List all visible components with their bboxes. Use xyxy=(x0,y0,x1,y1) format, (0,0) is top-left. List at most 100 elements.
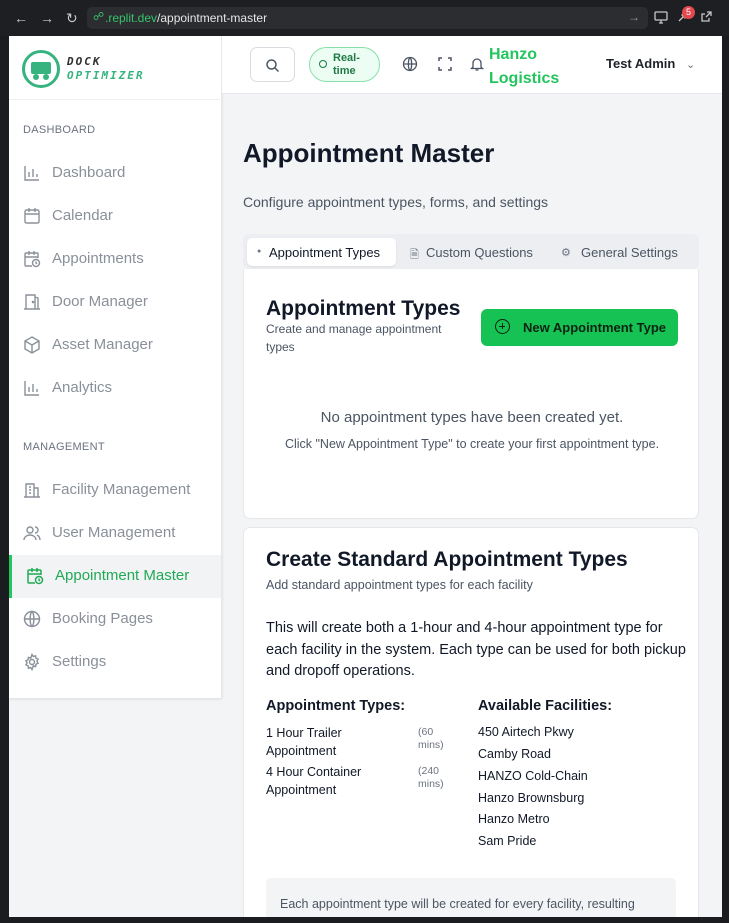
appointment-types-card: Appointment Types Create and manage appo… xyxy=(243,269,699,519)
sidebar-item-appointment-master[interactable]: Appointment Master xyxy=(9,555,221,598)
facility-item: 450 Airtech Pkwy xyxy=(478,725,574,739)
facility-item: Hanzo Metro xyxy=(478,812,550,826)
gear-icon xyxy=(23,652,41,672)
info-note-text: Each appointment type will be created fo… xyxy=(280,897,635,911)
sidebar-item-label: Appointment Master xyxy=(55,567,190,584)
sidebar-item-booking-pages[interactable]: Booking Pages xyxy=(9,598,221,641)
sidebar-item-asset-manager[interactable]: Asset Manager xyxy=(9,324,221,367)
globe-icon[interactable] xyxy=(402,56,418,72)
search-icon xyxy=(266,59,280,73)
globe-icon xyxy=(23,610,41,628)
user-menu-name[interactable]: Test Admin xyxy=(606,56,675,71)
button-label: New Appointment Type xyxy=(523,320,666,335)
section-label-management: MANAGEMENT xyxy=(23,441,105,453)
new-appointment-type-button[interactable]: New Appointment Type xyxy=(481,309,678,346)
main-content: Appointment Master Configure appointment… xyxy=(222,94,722,917)
logo-wordmark: DOCK OPTIMIZER xyxy=(67,55,145,83)
facility-item: Hanzo Brownsburg xyxy=(478,791,585,805)
card-description: Create and manage appointment types xyxy=(266,322,442,354)
active-indicator xyxy=(9,555,12,598)
card-description: Add standard appointment types for each … xyxy=(266,578,533,592)
page-subtitle: Configure appointment types, forms, and … xyxy=(243,194,549,210)
status-dot-icon xyxy=(319,60,327,68)
top-bar: Real-time Hanzo Logistics Test Admin ⌄ xyxy=(222,36,722,94)
truck-logo-icon xyxy=(22,50,60,88)
sidebar-item-facility-management[interactable]: Facility Management xyxy=(9,469,221,512)
url-host: .replit.dev xyxy=(105,11,158,25)
tab-general-settings[interactable]: ⚙ General Settings xyxy=(551,238,697,266)
door-icon xyxy=(23,293,41,311)
gear-icon: ⚙ xyxy=(561,247,571,259)
calendar-clock-icon xyxy=(23,250,41,268)
tab-label: General Settings xyxy=(581,245,678,260)
facility-item: HANZO Cold-Chain xyxy=(478,769,588,783)
search-button[interactable] xyxy=(250,47,295,82)
appointment-types-heading: Appointment Types: xyxy=(266,698,406,714)
sidebar-item-label: Dashboard xyxy=(52,164,126,181)
fullscreen-icon[interactable] xyxy=(437,56,453,72)
url-path: /appointment-master xyxy=(157,11,268,25)
sidebar-item-dashboard[interactable]: Dashboard xyxy=(9,152,221,195)
appointment-type-duration: (240 mins) xyxy=(418,765,444,790)
realtime-status-badge[interactable]: Real-time xyxy=(309,47,380,82)
notification-count-badge: 5 xyxy=(682,6,695,19)
empty-state-hint: Click "New Appointment Type" to create y… xyxy=(284,437,660,451)
card-heading: Appointment Types xyxy=(266,297,461,320)
sidebar-item-label: Booking Pages xyxy=(52,610,153,627)
section-label-dashboard: DASHBOARD xyxy=(23,124,96,136)
tab-label: Appointment Types xyxy=(269,245,381,260)
browser-toolbar: ← → ↻ ☍ .replit.dev/appointment-master →… xyxy=(0,0,729,36)
sidebar-item-label: Facility Management xyxy=(52,481,191,498)
company-name: Hanzo Logistics xyxy=(489,46,560,87)
logo-line2: OPTIMIZER xyxy=(67,69,145,82)
tab-appointment-types[interactable]: ● Appointment Types xyxy=(247,238,396,266)
sidebar-item-label: Door Manager xyxy=(52,293,148,310)
url-text: .replit.dev/appointment-master xyxy=(105,11,267,25)
calendar-icon xyxy=(23,207,41,225)
sidebar-item-appointments[interactable]: Appointments xyxy=(9,238,221,281)
sidebar-item-user-management[interactable]: User Management xyxy=(9,512,221,555)
chevron-down-icon[interactable]: ⌄ xyxy=(686,58,695,71)
monitor-icon[interactable] xyxy=(654,10,668,27)
box-icon xyxy=(23,336,41,354)
dot-icon: ● xyxy=(257,248,262,255)
open-external-icon[interactable] xyxy=(700,10,713,26)
link-icon: ☍ xyxy=(93,11,105,23)
bell-icon[interactable] xyxy=(469,56,485,72)
sidebar-item-door-manager[interactable]: Door Manager xyxy=(9,281,221,324)
appointment-type-name: 1 Hour Trailer Appointment xyxy=(266,726,342,758)
tab-list: ● Appointment Types 🗎 Custom Questions ⚙… xyxy=(243,234,699,269)
sidebar-item-label: Analytics xyxy=(52,379,113,396)
plus-circle-icon xyxy=(495,319,510,334)
sidebar-item-settings[interactable]: Settings xyxy=(9,641,221,684)
facilities-heading: Available Facilities: xyxy=(478,698,613,714)
sidebar: DOCK OPTIMIZER DASHBOARD Dashboard Calen… xyxy=(9,36,222,698)
card-heading: Create Standard Appointment Types xyxy=(266,548,628,571)
facility-item: Camby Road xyxy=(478,747,551,761)
page-title: Appointment Master xyxy=(243,138,495,168)
realtime-label: Real-time xyxy=(333,52,360,77)
back-arrow-icon[interactable]: ← xyxy=(14,10,28,26)
sidebar-item-calendar[interactable]: Calendar xyxy=(9,195,221,238)
sidebar-item-label: User Management xyxy=(52,524,176,541)
sidebar-item-label: Appointments xyxy=(52,250,144,267)
reload-icon[interactable]: ↻ xyxy=(66,10,78,26)
sidebar-item-label: Asset Manager xyxy=(52,336,153,353)
appointment-type-duration: (60 mins) xyxy=(418,726,444,751)
logo-line1: DOCK xyxy=(67,55,102,68)
standard-types-card: Create Standard Appointment Types Add st… xyxy=(243,527,699,917)
address-bar[interactable]: ☍ .replit.dev/appointment-master → xyxy=(87,7,648,29)
sidebar-item-analytics[interactable]: Analytics xyxy=(9,367,221,410)
sidebar-item-label: Settings xyxy=(52,653,107,670)
go-arrow-icon[interactable]: → xyxy=(628,10,640,24)
info-note: Each appointment type will be created fo… xyxy=(266,878,676,917)
app-window: DOCK OPTIMIZER DASHBOARD Dashboard Calen… xyxy=(9,36,722,917)
bar-chart-icon xyxy=(23,164,41,182)
tab-label: Custom Questions xyxy=(426,245,533,260)
brand-logo[interactable]: DOCK OPTIMIZER xyxy=(9,36,222,100)
tab-custom-questions[interactable]: 🗎 Custom Questions xyxy=(400,238,546,266)
file-icon: 🗎 xyxy=(410,249,419,261)
appointment-type-name: 4 Hour Container Appointment xyxy=(266,765,362,797)
users-icon xyxy=(23,524,41,542)
forward-arrow-icon[interactable]: → xyxy=(40,10,54,26)
